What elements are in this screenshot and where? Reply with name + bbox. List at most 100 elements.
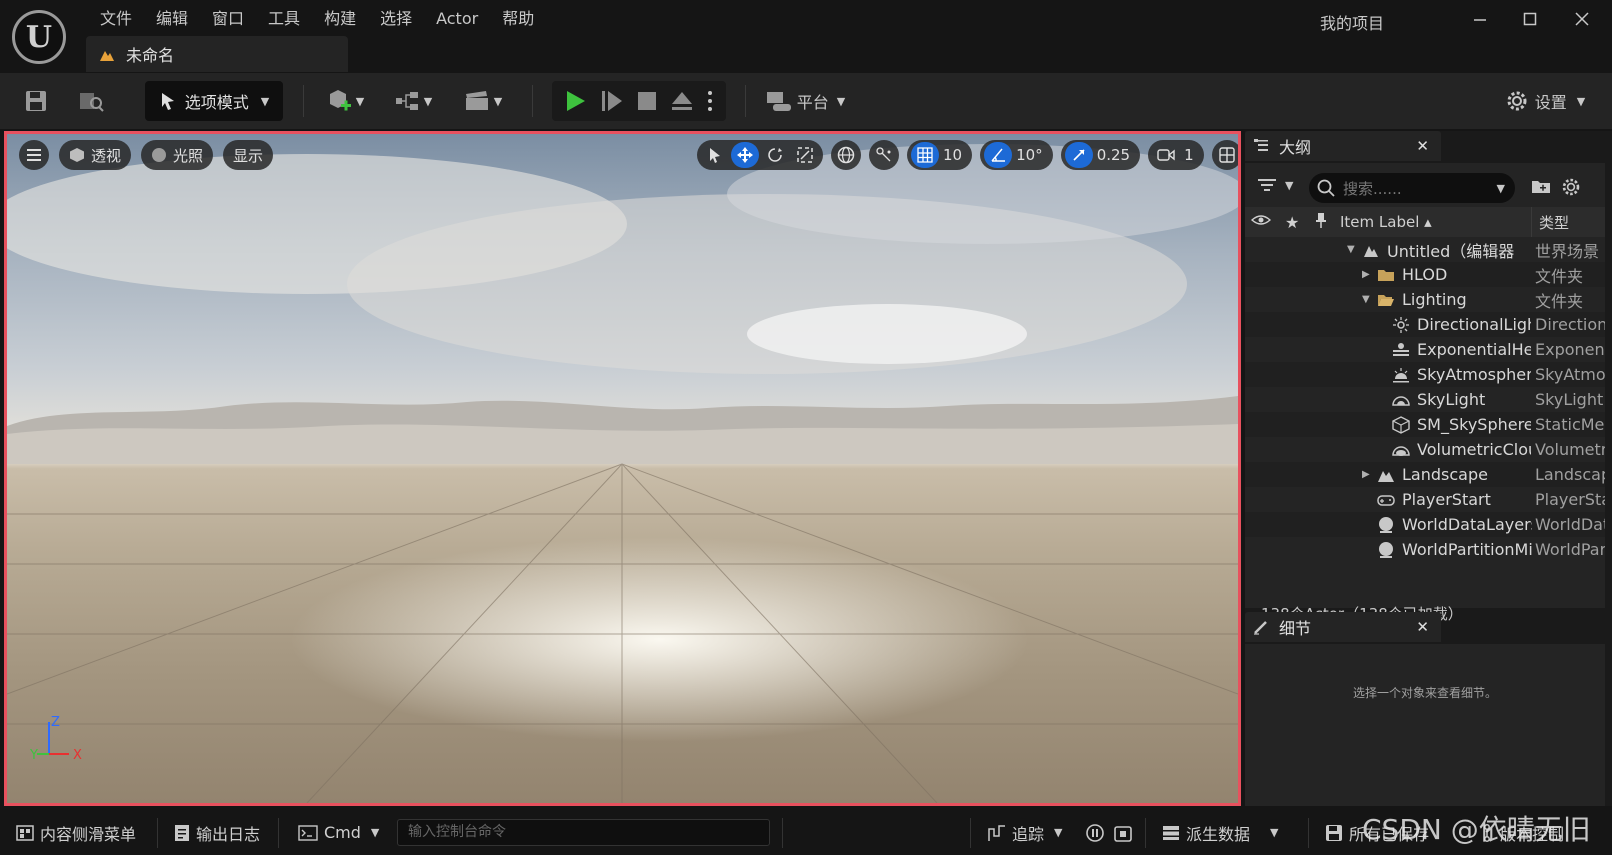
filter-button[interactable]: ▼ — [1257, 177, 1293, 193]
close-window-button[interactable] — [1567, 6, 1597, 32]
close-icon[interactable]: ✕ — [1416, 137, 1429, 155]
menu-file[interactable]: 文件 — [88, 8, 144, 30]
visibility-eye-icon[interactable] — [1250, 213, 1272, 231]
menu-select[interactable]: 选择 — [368, 8, 424, 30]
record-button[interactable] — [1085, 810, 1105, 855]
gamepad-icon — [1377, 494, 1395, 506]
tree-row-skyatmosphere[interactable]: SkyAtmosphere SkyAtmosphere — [1245, 362, 1605, 387]
type-column[interactable]: 类型 — [1539, 212, 1569, 233]
perspective-button[interactable]: 透视 — [59, 140, 132, 170]
surface-snap-button[interactable] — [869, 140, 899, 170]
close-icon[interactable]: ✕ — [1416, 618, 1429, 636]
details-tab[interactable]: 细节 ✕ — [1245, 612, 1441, 642]
menu-actor[interactable]: Actor — [424, 8, 490, 30]
console-input[interactable]: 输入控制台命令 — [397, 819, 770, 846]
scale-snap-control[interactable]: 0.25 — [1060, 140, 1141, 170]
mode-selector[interactable]: 选项模式 ▼ — [145, 81, 283, 121]
favorite-star-icon[interactable]: ★ — [1285, 213, 1299, 232]
trace-button[interactable]: 追踪 ▼ — [988, 810, 1062, 855]
tree-row-untitled[interactable]: ▼ Untitled（编辑器 世界场景 — [1245, 237, 1605, 262]
scale-snap-value[interactable]: 0.25 — [1095, 146, 1136, 164]
cmd-selector[interactable]: Cmd ▼ — [298, 810, 379, 855]
browse-button[interactable] — [74, 81, 110, 121]
output-log-button[interactable]: 输出日志 — [174, 810, 260, 855]
cinematics-button[interactable]: ▼ — [460, 81, 506, 121]
world-space-button[interactable] — [831, 140, 861, 170]
level-tab[interactable]: 未命名 — [86, 36, 348, 72]
add-actor-button[interactable]: ▼ — [322, 81, 368, 121]
grid-snap-control[interactable]: 10 — [907, 140, 973, 170]
show-label: 显示 — [233, 146, 264, 165]
world-partition-icon — [1379, 541, 1393, 558]
menu-help[interactable]: 帮助 — [490, 8, 546, 30]
tree-row-sm-skysphere[interactable]: SM_SkySphere StaticMeshActor — [1245, 412, 1605, 437]
stop-icon[interactable] — [637, 91, 657, 111]
outliner-search-input[interactable]: 搜索...... ▼ — [1309, 173, 1515, 203]
add-folder-button[interactable] — [1531, 177, 1551, 199]
tree-row-exponentialheightfog[interactable]: ExponentialHeightFog ExponentialHeightFo… — [1245, 337, 1605, 362]
settings-button[interactable]: 设置 ▼ — [1500, 81, 1590, 121]
camera-speed-value[interactable]: 1 — [1182, 146, 1200, 164]
level-viewport[interactable]: 透视 光照 显示 10 10° 0.25 1 Z Y X — [4, 131, 1241, 806]
step-icon[interactable] — [601, 89, 623, 113]
eject-icon[interactable] — [671, 90, 693, 112]
translate-tool-button[interactable] — [731, 142, 759, 168]
screenshot-button[interactable] — [1113, 810, 1133, 855]
viewport-menu-button[interactable] — [19, 140, 49, 170]
tree-row-volumetriccloud[interactable]: VolumetricCloud VolumetricCloud — [1245, 437, 1605, 462]
outliner-tab[interactable]: 大纲 ✕ — [1245, 131, 1441, 161]
chevron-down-icon: ▼ — [1285, 178, 1294, 192]
pin-icon[interactable] — [1315, 212, 1327, 232]
tree-row-worldpartitionminimap[interactable]: WorldPartitionMiniMap WorldPartitionMini… — [1245, 537, 1605, 562]
outliner-settings-button[interactable] — [1561, 177, 1581, 201]
chevron-down-icon[interactable]: ▼ — [1497, 182, 1505, 195]
row-type: StaticMeshActor — [1535, 415, 1605, 434]
tree-row-lighting[interactable]: ▼ Lighting 文件夹 — [1245, 287, 1605, 312]
select-tool-button[interactable] — [701, 142, 729, 168]
viewport-scene[interactable] — [7, 134, 1238, 803]
row-type: 文件夹 — [1535, 291, 1584, 311]
item-label-column[interactable]: Item Label ▴ — [1340, 213, 1432, 231]
tree-row-skylight[interactable]: SkyLight SkyLight — [1245, 387, 1605, 412]
console-icon — [298, 824, 318, 841]
menu-tools[interactable]: 工具 — [256, 8, 312, 30]
scene-render — [7, 144, 1238, 803]
maximize-button[interactable] — [1515, 6, 1545, 32]
rotation-snap-control[interactable]: 10° — [980, 140, 1053, 170]
menu-edit[interactable]: 编辑 — [144, 8, 200, 30]
rotation-snap-value[interactable]: 10° — [1014, 146, 1049, 164]
menu-window[interactable]: 窗口 — [200, 8, 256, 30]
camera-speed-control[interactable]: 1 — [1148, 140, 1204, 170]
unreal-logo-icon[interactable]: U — [12, 10, 66, 64]
camera-speed-toggle[interactable] — [1152, 142, 1180, 168]
tree-row-worlddatalayers[interactable]: WorldDataLayers WorldDataLayers — [1245, 512, 1605, 537]
blueprints-button[interactable]: ▼ — [390, 81, 436, 121]
platforms-button[interactable]: 平台 ▼ — [762, 81, 848, 121]
viewport-layout-button[interactable] — [1211, 140, 1238, 170]
rotation-snap-toggle[interactable] — [984, 142, 1013, 168]
maximize-icon — [1523, 12, 1537, 26]
scale-tool-button[interactable] — [791, 142, 819, 168]
more-options-icon[interactable] — [707, 90, 713, 112]
grid-snap-toggle[interactable] — [911, 142, 939, 168]
expand-arrow-icon[interactable]: ▶ — [1362, 469, 1370, 480]
play-icon[interactable] — [565, 89, 587, 113]
tree-row-playerstart[interactable]: PlayerStart PlayerStart — [1245, 487, 1605, 512]
minimize-button[interactable] — [1465, 6, 1495, 32]
lighting-button[interactable]: 光照 — [141, 140, 214, 170]
derived-data-button[interactable]: 派生数据 ▼ — [1162, 810, 1278, 855]
scale-snap-toggle[interactable] — [1064, 142, 1093, 168]
tree-row-hlod[interactable]: ▶ HLOD 文件夹 — [1245, 262, 1605, 287]
expand-arrow-icon[interactable]: ▶ — [1362, 269, 1370, 280]
rotate-tool-button[interactable] — [761, 142, 789, 168]
tree-row-directionallight[interactable]: DirectionalLight Directional — [1245, 312, 1605, 337]
expand-arrow-icon[interactable]: ▼ — [1347, 244, 1355, 255]
statusbar-divider — [278, 818, 279, 848]
expand-arrow-icon[interactable]: ▼ — [1362, 294, 1370, 305]
tree-row-landscape[interactable]: ▶ Landscape Landscape — [1245, 462, 1605, 487]
show-button[interactable]: 显示 — [223, 140, 274, 170]
save-button[interactable] — [20, 81, 52, 121]
grid-snap-value[interactable]: 10 — [941, 146, 968, 164]
menu-build[interactable]: 构建 — [312, 8, 368, 30]
content-drawer-button[interactable]: 内容侧滑菜单 — [16, 810, 136, 855]
